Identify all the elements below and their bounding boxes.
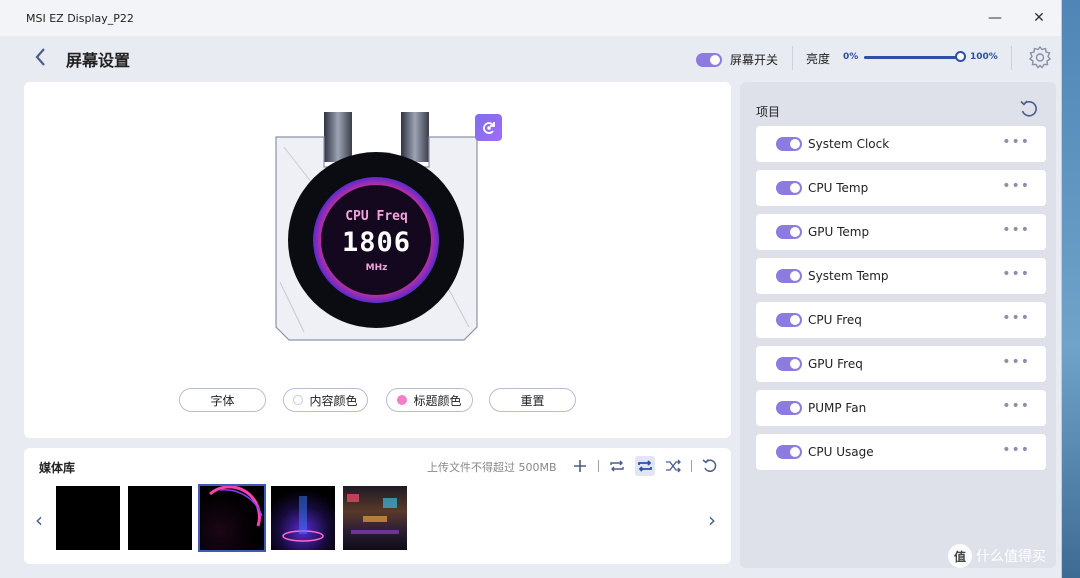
title-color-swatch [397,395,408,405]
screen-switch[interactable]: 屏幕开关 [696,51,778,68]
media-thumbnail-2[interactable] [128,486,192,550]
brightness-label: 亮度 [806,52,831,66]
more-options-icon[interactable]: ••• [1002,310,1030,326]
font-button[interactable]: 字体 [179,388,266,412]
screen-value-text: 1806 [341,227,412,258]
reset-button[interactable]: 重置 [489,388,576,412]
screen-unit-text: MHz [365,263,388,273]
item-pump-fan[interactable]: PUMP Fan ••• [756,390,1046,426]
item-toggle[interactable] [776,225,802,239]
loop-all-icon[interactable] [635,456,655,476]
media-library-panel: 媒体库 上传文件不得超过 500MB ‹ › [24,448,731,564]
more-options-icon[interactable]: ••• [1002,266,1030,282]
media-thumbnail-5[interactable] [343,486,407,550]
window-title: MSI EZ Display_P22 [26,11,134,25]
item-label: PUMP Fan [808,401,867,415]
close-button[interactable]: ✕ [1017,0,1061,36]
item-label: GPU Freq [808,357,863,371]
more-options-icon[interactable]: ••• [1002,354,1030,370]
media-thumbnail-3[interactable] [198,484,266,552]
font-button-label: 字体 [210,393,235,408]
item-system-temp[interactable]: System Temp ••• [756,258,1046,294]
item-gpu-freq[interactable]: GPU Freq ••• [756,346,1046,382]
page-title: 屏幕设置 [66,51,131,70]
item-toggle[interactable] [776,445,802,459]
more-options-icon[interactable]: ••• [1002,442,1030,458]
media-thumbnail-4[interactable] [271,486,335,550]
loop-once-icon[interactable] [607,456,627,476]
item-label: CPU Temp [808,181,869,195]
back-arrow-icon[interactable] [30,46,50,68]
screen-title-text: CPU Freq [345,209,408,224]
item-label: GPU Temp [808,225,870,239]
item-toggle[interactable] [776,269,802,283]
brightness-slider-track[interactable] [864,56,960,59]
item-cpu-usage[interactable]: CPU Usage ••• [756,434,1046,470]
title-color-button[interactable]: 标题颜色 [386,388,473,412]
content-color-label: 内容颜色 [309,393,358,408]
divider [792,46,793,70]
media-thumbnail-1[interactable] [56,486,120,550]
media-toolbar [570,456,720,476]
item-toggle[interactable] [776,181,802,195]
item-toggle[interactable] [776,357,802,371]
undo-icon[interactable] [700,456,720,476]
page-header: 屏幕设置 屏幕开关 亮度 0% 100% [0,36,1062,80]
rotate-screen-button[interactable] [475,114,502,141]
items-panel-title: 项目 [756,105,781,119]
item-cpu-temp[interactable]: CPU Temp ••• [756,170,1046,206]
screen-toggle[interactable] [696,52,722,67]
title-color-label: 标题颜色 [413,393,462,408]
brightness-min: 0% [843,52,859,62]
upload-limit-note: 上传文件不得超过 500MB [427,461,557,474]
rotate-icon [482,121,495,134]
add-icon[interactable] [570,456,590,476]
item-label: CPU Usage [808,445,874,459]
item-label: CPU Freq [808,313,862,327]
more-options-icon[interactable]: ••• [1002,222,1030,238]
content-color-swatch [293,395,304,405]
item-toggle[interactable] [776,137,802,151]
reset-items-icon[interactable] [1018,98,1040,120]
screen-switch-label: 屏幕开关 [730,53,779,67]
media-library-title: 媒体库 [39,461,76,475]
more-options-icon[interactable]: ••• [1002,398,1030,414]
divider [691,460,692,472]
item-cpu-freq[interactable]: CPU Freq ••• [756,302,1046,338]
reset-button-label: 重置 [520,393,545,408]
divider [598,460,599,472]
media-prev-arrow[interactable]: ‹ [35,508,43,532]
more-options-icon[interactable]: ••• [1002,134,1030,150]
minimize-button[interactable]: — [973,0,1017,36]
media-next-arrow[interactable]: › [708,508,716,532]
item-system-clock[interactable]: System Clock ••• [756,126,1046,162]
divider [1011,46,1012,70]
more-options-icon[interactable]: ••• [1002,178,1030,194]
title-bar: MSI EZ Display_P22 — ✕ [0,0,1061,36]
watermark: 值 什么值得买 [948,544,1046,568]
item-toggle[interactable] [776,401,802,415]
brightness-max: 100% [970,52,998,62]
app-window: MSI EZ Display_P22 — ✕ 屏幕设置 屏幕开关 亮度 0% 1… [0,0,1062,578]
brightness-slider-knob[interactable] [955,51,966,62]
preview-panel: CPU Freq 1806 MHz 字体 内容颜色 标题颜色 重置 [24,82,731,438]
item-gpu-temp[interactable]: GPU Temp ••• [756,214,1046,250]
item-label: System Clock [808,137,890,151]
item-label: System Temp [808,269,889,283]
watermark-logo: 值 [948,544,972,568]
content-color-button[interactable]: 内容颜色 [283,388,368,412]
watermark-text: 什么值得买 [976,549,1046,565]
items-panel: 项目 System Clock ••• CPU Temp ••• GPU Tem… [740,82,1056,568]
shuffle-icon[interactable] [663,456,683,476]
gear-icon[interactable] [1028,45,1052,69]
item-toggle[interactable] [776,313,802,327]
